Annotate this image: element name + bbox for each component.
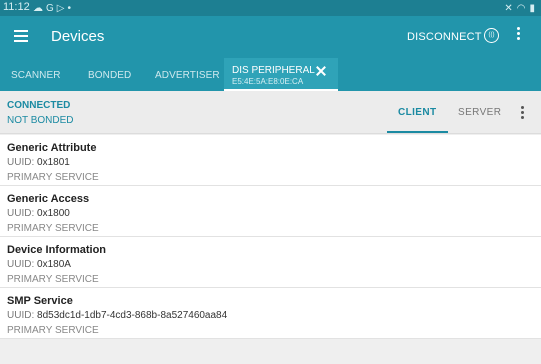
tab-device-name: DIS PERIPHERAL (232, 65, 315, 76)
mute-icon: ✕ (504, 2, 513, 14)
service-uuid: UUID: 0x1801 (7, 157, 70, 168)
device-tabs: SCANNER BONDED ADVERTISER DIS PERIPHERAL… (0, 58, 541, 91)
connection-bar: CONNECTED NOT BONDED CLIENT SERVER (0, 91, 541, 134)
service-type: PRIMARY SERVICE (7, 274, 99, 285)
tab-advertiser[interactable]: ADVERTISER (155, 70, 220, 81)
battery-icon: ▮ (529, 2, 535, 14)
app-bar: Devices DISCONNECT (() (0, 16, 541, 58)
more-options-icon[interactable] (515, 27, 521, 43)
tab-server[interactable]: SERVER (458, 107, 501, 118)
tab-dis-peripheral[interactable]: DIS PERIPHERAL E5:4E:5A:E8:0E:CA (224, 58, 338, 91)
play-store-icon: ▷ (56, 2, 65, 14)
list-item[interactable]: Generic Attribute UUID: 0x1801 PRIMARY S… (0, 135, 541, 186)
service-uuid: UUID: 0x180A (7, 259, 71, 270)
disconnect-button[interactable]: DISCONNECT (407, 31, 482, 43)
wifi-icon: ◠ (516, 2, 526, 14)
client-tab-indicator (387, 131, 448, 133)
connection-status: CONNECTED (7, 100, 71, 111)
tab-device-address: E5:4E:5A:E8:0E:CA (232, 77, 304, 86)
service-name: Device Information (7, 244, 107, 256)
rssi-icon[interactable]: (() (484, 28, 499, 43)
service-uuid: UUID: 8d53dc1d-1db7-4cd3-868b-8a527460aa… (7, 310, 228, 321)
service-name: SMP Service (7, 295, 73, 307)
close-icon[interactable] (315, 65, 327, 77)
page-title: Devices (51, 28, 105, 45)
connection-more-icon[interactable] (519, 106, 525, 120)
status-bar: 11:12 ☁ G ▷ • ✕ ◠ ▮ (0, 0, 541, 16)
tab-client[interactable]: CLIENT (398, 107, 437, 118)
list-item[interactable]: SMP Service UUID: 8d53dc1d-1db7-4cd3-868… (0, 288, 541, 339)
bond-status: NOT BONDED (7, 115, 74, 126)
status-time: 11:12 (3, 1, 30, 13)
cloud-icon: ☁ (33, 2, 43, 14)
service-type: PRIMARY SERVICE (7, 325, 99, 336)
service-uuid: UUID: 0x1800 (7, 208, 70, 219)
google-icon: G (46, 2, 54, 14)
service-name: Generic Attribute (7, 142, 97, 154)
service-type: PRIMARY SERVICE (7, 172, 99, 183)
service-name: Generic Access (7, 193, 90, 205)
list-item[interactable]: Generic Access UUID: 0x1800 PRIMARY SERV… (0, 186, 541, 237)
status-icons-left: ☁ G ▷ • (33, 0, 71, 16)
list-item[interactable]: Device Information UUID: 0x180A PRIMARY … (0, 237, 541, 288)
service-type: PRIMARY SERVICE (7, 223, 99, 234)
status-icons-right: ✕ ◠ ▮ (504, 0, 535, 16)
tab-bonded[interactable]: BONDED (88, 70, 131, 81)
service-list: Generic Attribute UUID: 0x1801 PRIMARY S… (0, 135, 541, 339)
notification-dot-icon: • (67, 2, 71, 14)
menu-icon[interactable] (14, 30, 28, 42)
tab-scanner[interactable]: SCANNER (11, 70, 61, 81)
